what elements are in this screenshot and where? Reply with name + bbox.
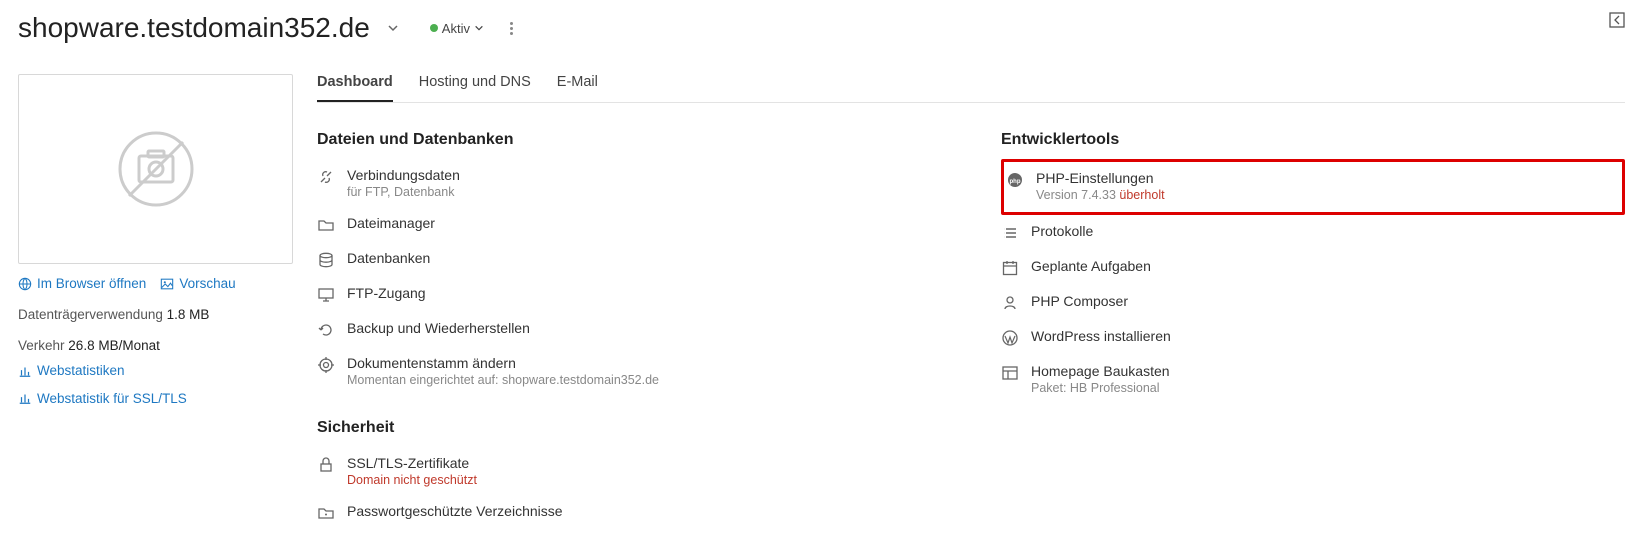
- no-image-icon: [111, 124, 201, 214]
- webstats-ssl-link[interactable]: Webstatistik für SSL/TLS: [18, 391, 187, 406]
- calendar-icon: [1001, 259, 1019, 277]
- database-icon: [317, 251, 335, 269]
- globe-icon: [18, 277, 32, 291]
- sitebuilder-item[interactable]: Homepage Baukasten Paket: HB Professiona…: [1001, 355, 1625, 403]
- php-settings-label: PHP-Einstellungen: [1036, 170, 1616, 186]
- composer-label: PHP Composer: [1031, 293, 1625, 309]
- password-dirs-label: Passwortgeschützte Verzeichnisse: [347, 503, 941, 519]
- dev-section-title: Entwicklertools: [1001, 131, 1625, 149]
- webstats-ssl-label: Webstatistik für SSL/TLS: [37, 391, 187, 406]
- wordpress-icon: [1001, 329, 1019, 347]
- webstats-link[interactable]: Webstatistiken: [18, 363, 125, 378]
- docroot-label: Dokumentenstamm ändern: [347, 355, 941, 371]
- file-manager-item[interactable]: Dateimanager: [317, 207, 941, 242]
- image-icon: [160, 277, 174, 291]
- status-badge[interactable]: Aktiv: [430, 21, 484, 36]
- target-icon: [317, 356, 335, 374]
- logs-label: Protokolle: [1031, 223, 1625, 239]
- composer-item[interactable]: PHP Composer: [1001, 285, 1625, 320]
- connection-data-label: Verbindungsdaten: [347, 167, 941, 183]
- databases-label: Datenbanken: [347, 250, 941, 266]
- tabs: Dashboard Hosting und DNS E-Mail: [317, 74, 1625, 103]
- docroot-item[interactable]: Dokumentenstamm ändern Momentan eingeric…: [317, 347, 941, 395]
- ftp-label: FTP-Zugang: [347, 285, 941, 301]
- connection-data-item[interactable]: Verbindungsdaten für FTP, Datenbank: [317, 159, 941, 207]
- php-settings-item[interactable]: php PHP-Einstellungen Version 7.4.33 übe…: [1006, 166, 1616, 206]
- tab-hosting[interactable]: Hosting und DNS: [419, 74, 531, 102]
- tab-dashboard[interactable]: Dashboard: [317, 74, 393, 102]
- more-menu[interactable]: [502, 22, 522, 35]
- composer-icon: [1001, 294, 1019, 312]
- docroot-sub: Momentan eingerichtet auf: shopware.test…: [347, 373, 941, 387]
- open-in-browser-link[interactable]: Im Browser öffnen: [18, 276, 146, 291]
- monitor-icon: [317, 286, 335, 304]
- backup-label: Backup und Wiederherstellen: [347, 320, 941, 336]
- disk-usage-value: 1.8 MB: [167, 307, 210, 322]
- files-section-title: Dateien und Datenbanken: [317, 131, 941, 149]
- php-settings-sub: Version 7.4.33 überholt: [1036, 188, 1616, 202]
- layout-icon: [1001, 364, 1019, 382]
- preview-link[interactable]: Vorschau: [160, 276, 235, 291]
- traffic-label: Verkehr: [18, 338, 65, 353]
- connection-icon: [317, 168, 335, 186]
- open-in-browser-label: Im Browser öffnen: [37, 276, 146, 291]
- wordpress-label: WordPress installieren: [1031, 328, 1625, 344]
- status-label: Aktiv: [442, 21, 470, 36]
- wordpress-item[interactable]: WordPress installieren: [1001, 320, 1625, 355]
- file-manager-label: Dateimanager: [347, 215, 941, 231]
- panel-toggle[interactable]: [1609, 12, 1625, 28]
- bar-chart-icon: [18, 391, 32, 405]
- webstats-label: Webstatistiken: [37, 363, 125, 378]
- bar-chart-icon: [18, 364, 32, 378]
- ftp-item[interactable]: FTP-Zugang: [317, 277, 941, 312]
- scheduled-tasks-item[interactable]: Geplante Aufgaben: [1001, 250, 1625, 285]
- php-icon: php: [1006, 171, 1024, 189]
- sitebuilder-sub: Paket: HB Professional: [1031, 381, 1625, 395]
- traffic-value: 26.8 MB/Monat: [68, 338, 160, 353]
- ssl-label: SSL/TLS-Zertifikate: [347, 455, 941, 471]
- password-dirs-item[interactable]: Passwortgeschützte Verzeichnisse: [317, 495, 941, 530]
- status-dot-icon: [430, 24, 438, 32]
- svg-text:php: php: [1010, 179, 1021, 185]
- chevron-down-icon: [474, 23, 484, 33]
- tab-email[interactable]: E-Mail: [557, 74, 598, 102]
- ssl-item[interactable]: SSL/TLS-Zertifikate Domain nicht geschüt…: [317, 447, 941, 495]
- site-preview-box[interactable]: [18, 74, 293, 264]
- backup-item[interactable]: Backup und Wiederherstellen: [317, 312, 941, 347]
- folder-icon: [317, 216, 335, 234]
- scheduled-tasks-label: Geplante Aufgaben: [1031, 258, 1625, 274]
- connection-data-sub: für FTP, Datenbank: [347, 185, 941, 199]
- preview-label: Vorschau: [179, 276, 235, 291]
- domain-title: shopware.testdomain352.de: [18, 12, 370, 44]
- list-icon: [1001, 224, 1019, 242]
- disk-usage-row: Datenträgerverwendung 1.8 MB: [18, 307, 293, 322]
- domain-dropdown[interactable]: [380, 15, 406, 41]
- sitebuilder-label: Homepage Baukasten: [1031, 363, 1625, 379]
- disk-usage-label: Datenträgerverwendung: [18, 307, 163, 322]
- databases-item[interactable]: Datenbanken: [317, 242, 941, 277]
- chevron-down-icon: [387, 22, 399, 34]
- ssl-sub: Domain nicht geschützt: [347, 473, 941, 487]
- lock-icon: [317, 456, 335, 474]
- security-section-title: Sicherheit: [317, 419, 941, 437]
- traffic-row: Verkehr 26.8 MB/Monat: [18, 338, 293, 353]
- panel-collapse-icon: [1609, 12, 1625, 28]
- logs-item[interactable]: Protokolle: [1001, 215, 1625, 250]
- php-settings-highlight: php PHP-Einstellungen Version 7.4.33 übe…: [1001, 159, 1625, 215]
- folder-lock-icon: [317, 504, 335, 522]
- refresh-icon: [317, 321, 335, 339]
